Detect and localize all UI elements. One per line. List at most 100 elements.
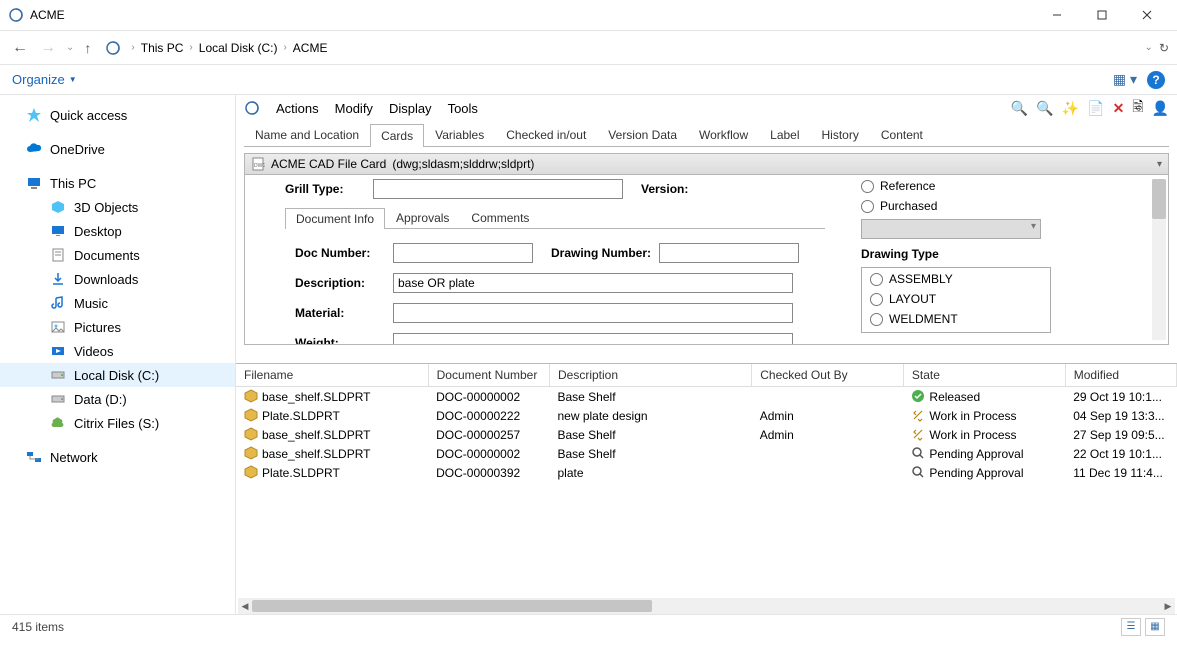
material-input[interactable] bbox=[393, 303, 793, 323]
document-icon[interactable]: 📄 bbox=[1087, 100, 1104, 117]
column-modified[interactable]: Modified bbox=[1065, 364, 1176, 387]
folder-icon bbox=[50, 295, 66, 311]
card-body: Grill Type: Version: Document InfoApprov… bbox=[244, 175, 1169, 345]
delete-icon[interactable]: ✕ bbox=[1113, 100, 1125, 117]
disabled-combo bbox=[861, 219, 1041, 239]
minimize-button[interactable] bbox=[1034, 1, 1079, 29]
breadcrumb[interactable]: › This PC › Local Disk (C:) › ACME bbox=[131, 41, 1140, 55]
tab-cards[interactable]: Cards bbox=[370, 124, 424, 147]
weight-input[interactable] bbox=[393, 333, 793, 345]
sidebar-item-documents[interactable]: Documents bbox=[0, 243, 235, 267]
card-header[interactable]: DWG ACME CAD File Card (dwg;sldasm;slddr… bbox=[244, 153, 1169, 175]
title-bar: ACME bbox=[0, 0, 1177, 30]
tab-workflow[interactable]: Workflow bbox=[688, 123, 759, 146]
column-filename[interactable]: Filename bbox=[236, 364, 428, 387]
window-title: ACME bbox=[30, 8, 1034, 22]
forward-button[interactable]: → bbox=[36, 36, 60, 60]
organize-button[interactable]: Organize ▼ bbox=[12, 72, 77, 87]
card-scrollbar[interactable] bbox=[1152, 179, 1166, 340]
description-input[interactable] bbox=[393, 273, 793, 293]
sidebar-item-citrix-files-s-[interactable]: Citrix Files (S:) bbox=[0, 411, 235, 435]
sidebar-item-pictures[interactable]: Pictures bbox=[0, 315, 235, 339]
radio-weldment[interactable]: WELDMENT bbox=[870, 312, 1042, 326]
doc-number-label: Doc Number: bbox=[295, 246, 385, 260]
table-row[interactable]: Plate.SLDPRTDOC-00000392platePending App… bbox=[236, 463, 1177, 482]
find-icon[interactable]: 🗟 bbox=[1132, 96, 1143, 120]
crumb-1[interactable]: Local Disk (C:) bbox=[199, 41, 278, 55]
column-description[interactable]: Description bbox=[549, 364, 751, 387]
doc-tab-approvals[interactable]: Approvals bbox=[385, 207, 460, 228]
maximize-button[interactable] bbox=[1079, 1, 1124, 29]
column-state[interactable]: State bbox=[903, 364, 1065, 387]
sidebar-item-music[interactable]: Music bbox=[0, 291, 235, 315]
table-row[interactable]: base_shelf.SLDPRTDOC-00000257Base ShelfA… bbox=[236, 425, 1177, 444]
sidebar-item-videos[interactable]: Videos bbox=[0, 339, 235, 363]
sidebar-item-downloads[interactable]: Downloads bbox=[0, 267, 235, 291]
tab-version-data[interactable]: Version Data bbox=[597, 123, 688, 146]
chevron-down-icon[interactable]: ▾ bbox=[1157, 159, 1162, 170]
scroll-right-icon[interactable]: ▶ bbox=[1161, 598, 1175, 614]
details-view-button[interactable]: ☰ bbox=[1121, 618, 1141, 636]
folder-icon bbox=[50, 223, 66, 239]
sidebar-onedrive[interactable]: OneDrive bbox=[0, 137, 235, 161]
drawing-number-input[interactable] bbox=[659, 243, 799, 263]
sidebar-item-desktop[interactable]: Desktop bbox=[0, 219, 235, 243]
menu-display[interactable]: Display bbox=[389, 101, 432, 116]
filelist-scrollbar[interactable]: ◀ ▶ bbox=[238, 598, 1175, 614]
wand-icon[interactable]: ✨ bbox=[1062, 100, 1079, 117]
radio-purchased[interactable]: Purchased bbox=[861, 199, 1148, 213]
sidebar-this-pc[interactable]: This PC bbox=[0, 171, 235, 195]
up-button[interactable]: ↑ bbox=[84, 40, 91, 56]
tab-variables[interactable]: Variables bbox=[424, 123, 495, 146]
help-icon[interactable]: ? bbox=[1147, 71, 1165, 89]
nav-bar: ← → ⌄ ↑ › This PC › Local Disk (C:) › AC… bbox=[0, 30, 1177, 64]
doc-tab-document-info[interactable]: Document Info bbox=[285, 208, 385, 229]
crumb-0[interactable]: This PC bbox=[141, 41, 184, 55]
table-row[interactable]: base_shelf.SLDPRTDOC-00000002Base ShelfP… bbox=[236, 444, 1177, 463]
description-label: Description: bbox=[295, 276, 385, 290]
sidebar-quick-access[interactable]: Quick access bbox=[0, 103, 235, 127]
tab-checked-in-out[interactable]: Checked in/out bbox=[495, 123, 597, 146]
table-row[interactable]: base_shelf.SLDPRTDOC-00000002Base ShelfR… bbox=[236, 387, 1177, 407]
search-icon[interactable]: 🔍 bbox=[1011, 100, 1028, 117]
column-checked-out-by[interactable]: Checked Out By bbox=[752, 364, 904, 387]
tab-history[interactable]: History bbox=[811, 123, 870, 146]
sidebar-item-3d-objects[interactable]: 3D Objects bbox=[0, 195, 235, 219]
pdm-menu: Actions Modify Display Tools 🔍 🔍 ✨ 📄 ✕ 🗟 👤 bbox=[236, 95, 1177, 121]
menu-tools[interactable]: Tools bbox=[448, 101, 478, 116]
doc-number-input[interactable] bbox=[393, 243, 533, 263]
radio-reference[interactable]: Reference bbox=[861, 179, 1148, 193]
column-document-number[interactable]: Document Number bbox=[428, 364, 549, 387]
history-dropdown[interactable]: ⌄ bbox=[66, 42, 74, 53]
part-icon bbox=[244, 446, 258, 460]
addr-dropdown[interactable]: ⌄ bbox=[1145, 42, 1153, 53]
grill-type-input[interactable] bbox=[373, 179, 623, 199]
user-icon[interactable]: 👤 bbox=[1152, 100, 1169, 117]
table-row[interactable]: Plate.SLDPRTDOC-00000222new plate design… bbox=[236, 406, 1177, 425]
part-icon bbox=[244, 389, 258, 403]
close-button[interactable] bbox=[1124, 1, 1169, 29]
scroll-left-icon[interactable]: ◀ bbox=[238, 598, 252, 614]
sidebar-item-data-d-[interactable]: Data (D:) bbox=[0, 387, 235, 411]
sidebar-item-local-disk-c-[interactable]: Local Disk (C:) bbox=[0, 363, 235, 387]
refresh-button[interactable]: ↻ bbox=[1159, 41, 1169, 55]
radio-layout[interactable]: LAYOUT bbox=[870, 292, 1042, 306]
tab-name-and-location[interactable]: Name and Location bbox=[244, 123, 370, 146]
view-options-icon[interactable]: ▦ ▾ bbox=[1113, 71, 1137, 88]
app-icon bbox=[8, 7, 24, 23]
version-label: Version: bbox=[641, 182, 721, 196]
drawing-type-heading: Drawing Type bbox=[861, 247, 1148, 261]
sidebar-network[interactable]: Network bbox=[0, 445, 235, 469]
thumbnail-view-button[interactable]: ▦ bbox=[1145, 618, 1165, 636]
crumb-2[interactable]: ACME bbox=[293, 41, 328, 55]
search-user-icon[interactable]: 🔍 bbox=[1036, 100, 1053, 117]
back-button[interactable]: ← bbox=[8, 36, 32, 60]
star-icon bbox=[26, 107, 42, 123]
menu-actions[interactable]: Actions bbox=[276, 101, 319, 116]
menu-modify[interactable]: Modify bbox=[335, 101, 373, 116]
drawing-type-list: ASSEMBLY LAYOUT WELDMENT bbox=[861, 267, 1051, 333]
tab-content[interactable]: Content bbox=[870, 123, 934, 146]
tab-label[interactable]: Label bbox=[759, 123, 810, 146]
doc-tab-comments[interactable]: Comments bbox=[460, 207, 540, 228]
radio-assembly[interactable]: ASSEMBLY bbox=[870, 272, 1042, 286]
